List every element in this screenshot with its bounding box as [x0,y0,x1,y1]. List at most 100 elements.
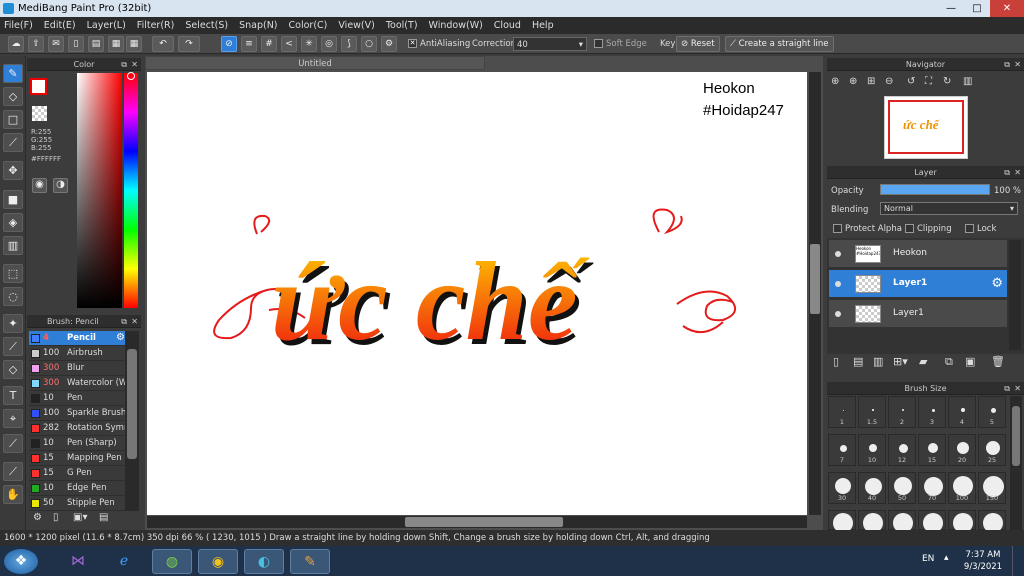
brush-size-cell[interactable]: 10 [858,434,886,466]
v-scroll-thumb[interactable] [810,244,820,314]
app-green-icon[interactable]: ◍ [152,549,192,574]
scroll-thumb[interactable] [127,349,137,459]
hand-tool-icon[interactable]: ✋ [3,485,23,504]
brush-item[interactable]: 282 Rotation Symm [29,421,139,436]
menu-tool[interactable]: Tool(T) [386,20,418,31]
brush-item[interactable]: 15 Mapping Pen [29,451,139,466]
select-rect-tool-icon[interactable]: ⬚ [3,264,23,283]
eyedropper-tool-icon[interactable]: ⟋ [3,434,23,453]
trash-icon[interactable]: 🗑 [991,355,1005,368]
fit-window-icon[interactable]: ⛶ [925,76,932,87]
brush-size-cell[interactable]: 70 [918,472,946,504]
palette-icon[interactable]: ◉ [32,178,47,193]
brush-size-cell[interactable] [888,510,916,533]
show-desktop-button[interactable] [1012,546,1024,576]
divide-tool-icon[interactable]: ⟋ [3,462,23,481]
rotate-left-icon[interactable]: ↺ [907,76,915,87]
move-tool-icon[interactable]: ✥ [3,161,23,180]
merge-layer-icon[interactable]: ▣ [965,355,975,368]
gear-icon[interactable]: ⚙ [991,276,1003,291]
layer-row[interactable]: Layer1 [829,300,1007,328]
eye-icon[interactable] [835,281,841,287]
close-panel-icon[interactable]: ✕ [1014,58,1021,71]
select-eraser-tool-icon[interactable]: ◇ [3,360,23,379]
grid-icon[interactable]: ▦ [126,36,142,52]
undock-icon[interactable]: ⧉ [121,58,127,71]
add-layer-menu-icon[interactable]: ⊞▾ [893,355,908,368]
vanishing-snap-icon[interactable]: < [281,36,297,52]
operation-tool-icon[interactable]: ⌖ [3,409,23,428]
menu-edit[interactable]: Edit(E) [44,20,76,31]
brush-size-cell[interactable]: 150 [978,472,1006,504]
undock-icon[interactable]: ⧉ [1004,58,1010,71]
brush-import-icon[interactable]: ▤ [99,512,108,523]
hue-handle[interactable] [127,72,135,80]
snap-off-icon[interactable]: ⊘ [221,36,237,52]
brush-size-cell[interactable]: 30 [828,472,856,504]
chrome-icon[interactable]: ◉ [198,549,238,574]
snap-settings-icon[interactable]: ⚙ [381,36,397,52]
brush-item[interactable]: 300 Blur [29,361,139,376]
reset-button[interactable]: ⊘ Reset [676,36,720,52]
layer-scrollbar[interactable] [1009,240,1021,350]
new-color-layer-icon[interactable]: ▤ [853,355,863,368]
brush-size-cell[interactable]: 7 [828,434,856,466]
new-brush-icon[interactable]: ▯ [53,512,59,523]
maximize-button[interactable]: □ [964,0,990,17]
layer-row[interactable]: Heokon #Hoidap247 Heokon [829,240,1007,268]
new-page-icon[interactable]: ▯ [68,36,84,52]
antialiasing-checkbox[interactable]: ✕ AntiAliasing [408,37,470,51]
cloud-icon[interactable]: ☁ [8,36,24,52]
color-history-icon[interactable]: ◑ [53,178,68,193]
transparent-color-swatch[interactable] [32,106,47,121]
menu-filter[interactable]: Filter(R) [137,20,175,31]
language-indicator[interactable]: EN [922,554,934,564]
scroll-thumb[interactable] [1012,406,1020,466]
lasso-tool-icon[interactable]: ◌ [3,287,23,306]
text-tool-icon[interactable]: T [3,386,23,405]
select-pen-tool-icon[interactable]: ⟋ [3,337,23,356]
gradient-tool-icon[interactable]: ▥ [3,236,23,255]
paint-icon[interactable]: ✎ [290,549,330,574]
brush-size-cell[interactable] [918,510,946,533]
soft-edge-checkbox[interactable]: Soft Edge [594,37,647,51]
brush-size-cell[interactable] [948,510,976,533]
brush-item[interactable]: 10 Edge Pen [29,481,139,496]
hue-slider[interactable] [124,73,138,308]
rotate-right-icon[interactable]: ↻ [943,76,951,87]
brush-item[interactable]: 50 Stipple Pen [29,496,139,511]
brush-size-cell[interactable]: 4 [948,396,976,428]
close-panel-icon[interactable]: ✕ [131,315,138,328]
tray-expand-icon[interactable]: ▴ [944,553,949,563]
clipping-checkbox[interactable]: Clipping [905,224,952,234]
brush-size-cell[interactable]: 50 [888,472,916,504]
internet-explorer-icon[interactable]: ℯ [104,549,144,574]
foreground-color-swatch[interactable] [30,78,47,95]
menu-layer[interactable]: Layer(L) [87,20,126,31]
menu-snap[interactable]: Snap(N) [239,20,277,31]
fill-rect-tool-icon[interactable]: ■ [3,190,23,209]
duplicate-layer-icon[interactable]: ⧉ [945,355,953,369]
flip-icon[interactable]: ▥ [963,76,972,87]
new-layer-icon[interactable]: ▯ [833,355,839,368]
zoom-actual-icon[interactable]: ⊞ [867,76,875,87]
undock-icon[interactable]: ⧉ [121,315,127,328]
brush-size-cell[interactable]: 25 [978,434,1006,466]
comment-icon[interactable]: ✉ [48,36,64,52]
opacity-slider[interactable] [880,184,990,195]
save-icon[interactable]: ▤ [88,36,104,52]
close-panel-icon[interactable]: ✕ [131,58,138,71]
menu-window[interactable]: Window(W) [429,20,483,31]
brush-size-cell[interactable]: 12 [888,434,916,466]
horizontal-scrollbar[interactable] [147,516,807,528]
new-halftone-layer-icon[interactable]: ▥ [873,355,883,368]
brush-item[interactable]: 10 Pen (Sharp) [29,436,139,451]
clock[interactable]: 7:37 AM 9/3/2021 [960,549,1006,573]
correction-select[interactable]: 40 ▾ [513,37,587,51]
undock-icon[interactable]: ⧉ [1004,382,1010,395]
circle-snap-icon[interactable]: ◎ [321,36,337,52]
undock-icon[interactable]: ⧉ [1004,166,1010,179]
minimize-button[interactable]: — [938,0,964,17]
undo-icon[interactable]: ↶ [152,36,174,52]
brush-size-scrollbar[interactable] [1010,396,1022,530]
